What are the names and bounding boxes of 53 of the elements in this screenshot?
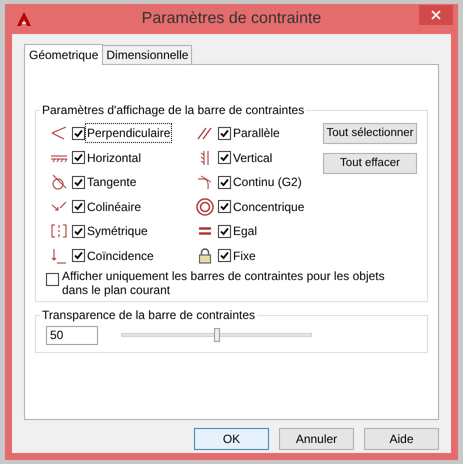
group-title: Paramètres d'affichage de la barre de contraintes (41, 102, 306, 119)
tab[interactable]: Dimensionnelle (103, 45, 192, 64)
checkbox[interactable] (218, 200, 231, 214)
horizontal-icon (50, 152, 68, 163)
checkbox-label: Vertical (232, 150, 274, 167)
checkbox[interactable] (72, 126, 85, 140)
checkbox[interactable] (218, 224, 231, 238)
vertical-icon (199, 150, 211, 166)
checkbox[interactable] (218, 126, 231, 140)
curve-icon (197, 174, 213, 190)
checkbox-label: Horizontal (86, 150, 142, 167)
checkbox-label: Tangente (86, 174, 138, 192)
action-button[interactable]: Tout effacer (323, 153, 417, 174)
dialog-button[interactable]: OK (194, 428, 269, 450)
checkbox-label: Perpendiculaire (86, 124, 172, 142)
slider[interactable] (118, 328, 315, 342)
tab[interactable]: Géometrique (24, 44, 104, 65)
checkbox[interactable] (72, 151, 85, 164)
lock-icon (198, 248, 212, 264)
concentric-icon (196, 198, 214, 216)
checkbox-label: Concentrique (232, 198, 306, 216)
close-icon (431, 10, 441, 20)
window-title: Paramètres de contrainte (142, 9, 322, 29)
tangent-icon (51, 174, 67, 190)
slider-thumb[interactable] (214, 328, 220, 342)
checkbox[interactable] (46, 273, 59, 286)
action-button[interactable]: Tout sélectionner (323, 123, 417, 144)
close-button[interactable] (419, 5, 453, 25)
perpendicular-icon (51, 126, 67, 140)
checkbox-label: Colinéaire (86, 198, 142, 216)
dialog-button[interactable]: Annuler (279, 428, 354, 450)
checkbox-label: Parallèle (232, 125, 281, 142)
checkbox[interactable] (218, 249, 231, 262)
checkbox-label: Coïncidence (86, 248, 155, 265)
symmetric-icon (51, 224, 67, 238)
dialog-button[interactable]: Aide (364, 428, 439, 450)
coincident-icon (51, 248, 67, 264)
equal-icon (198, 226, 212, 236)
group-title: Transparence de la barre de contraintes (41, 307, 256, 324)
parallel-icon (197, 126, 213, 140)
checkbox[interactable] (218, 151, 231, 164)
checkbox[interactable] (72, 176, 85, 189)
checkbox[interactable] (72, 224, 85, 238)
app-logo-icon (16, 11, 32, 27)
checkbox[interactable] (72, 249, 85, 262)
checkbox[interactable] (218, 176, 231, 189)
checkbox[interactable] (72, 200, 85, 214)
checkbox-label: Symétrique (86, 223, 149, 240)
checkbox-label: Fixe (232, 248, 257, 265)
checkbox-label: Continu (G2) (232, 174, 303, 192)
checkbox-label: Afficher uniquement les barres de contraintes pour les objets dans le plan courant (62, 269, 386, 297)
checkbox-label: Egal (232, 223, 258, 240)
transparency-field[interactable]: 50 (46, 326, 98, 344)
